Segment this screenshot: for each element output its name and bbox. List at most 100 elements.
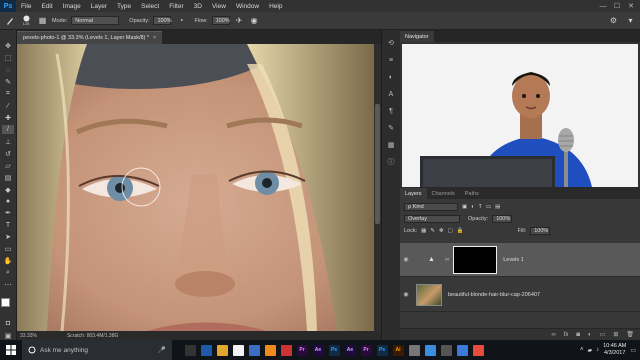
- crop-tool-icon[interactable]: ⌗: [2, 90, 14, 99]
- taskbar-app-icon[interactable]: Ps: [326, 340, 342, 360]
- lock-transparent-icon[interactable]: ▦: [421, 228, 426, 234]
- layer-row-photo[interactable]: ◉ beautiful-blonde-hair-blur-cap-206407: [400, 278, 640, 312]
- taskbar-app-icon[interactable]: Pr: [358, 340, 374, 360]
- brush-tool-icon[interactable]: /: [2, 125, 14, 135]
- brush-panel-icon[interactable]: ▦: [37, 15, 48, 26]
- brush-preset-picker[interactable]: 125: [19, 15, 33, 26]
- taskbar-app-icon[interactable]: [422, 340, 438, 360]
- brush-panel-icon[interactable]: ✎: [386, 123, 397, 133]
- mode-select[interactable]: Normal: [71, 16, 120, 25]
- taskbar-app-icon[interactable]: Ae: [310, 340, 326, 360]
- history-panel-icon[interactable]: ⟲: [386, 38, 397, 48]
- pen-tool-icon[interactable]: ✒: [2, 209, 14, 218]
- tab-navigator[interactable]: Navigator: [400, 31, 434, 42]
- maximize-button[interactable]: ☐: [610, 0, 624, 12]
- taskbar-app-icon[interactable]: [214, 340, 230, 360]
- menu-item-file[interactable]: File: [16, 3, 36, 10]
- network-icon[interactable]: ▰: [587, 347, 592, 354]
- notifications-icon[interactable]: ▭: [630, 347, 636, 354]
- menu-item-type[interactable]: Type: [112, 3, 136, 10]
- workspace-menu-icon[interactable]: ▾: [625, 15, 636, 26]
- hand-tool-icon[interactable]: ✋: [2, 257, 14, 266]
- layer-row-levels[interactable]: ◉ ▲ ∞ Levels 1: [400, 243, 640, 277]
- menu-item-help[interactable]: Help: [264, 3, 287, 10]
- taskbar-app-icon[interactable]: Pr: [294, 340, 310, 360]
- menu-item-filter[interactable]: Filter: [164, 3, 188, 10]
- layer-mask-thumbnail[interactable]: [453, 245, 498, 274]
- visibility-eye-icon[interactable]: ◉: [400, 291, 412, 298]
- marquee-tool-icon[interactable]: ⬚: [2, 54, 14, 63]
- blend-mode-select[interactable]: Overlay: [404, 215, 460, 223]
- zoom-level[interactable]: 33.33%: [20, 333, 37, 339]
- pressure-opacity-icon[interactable]: ◔: [175, 15, 186, 26]
- rectangle-tool-icon[interactable]: ▭: [2, 245, 14, 254]
- quick-mask-icon[interactable]: ◘: [2, 319, 14, 328]
- link-layers-icon[interactable]: ∞: [551, 332, 555, 338]
- navigator-preview[interactable]: [402, 44, 638, 187]
- volume-icon[interactable]: ♪: [596, 347, 599, 353]
- taskbar-app-icon[interactable]: [470, 340, 486, 360]
- screen-mode-icon[interactable]: ▣: [2, 331, 14, 340]
- zoom-tool-icon[interactable]: ⌕: [2, 269, 14, 278]
- swatches-panel-icon[interactable]: ▦: [386, 140, 397, 150]
- tab-layers[interactable]: Layers: [400, 188, 427, 199]
- filter-shape-icon[interactable]: ▭: [486, 204, 491, 210]
- info-panel-icon[interactable]: ⓘ: [386, 157, 397, 167]
- taskbar-app-icon[interactable]: Ae: [342, 340, 358, 360]
- quick-select-tool-icon[interactable]: ✎: [2, 78, 14, 87]
- filter-adjustment-icon[interactable]: ◐: [471, 204, 474, 210]
- menu-item-edit[interactable]: Edit: [36, 3, 57, 10]
- character-panel-icon[interactable]: A: [386, 89, 397, 99]
- clone-stamp-tool-icon[interactable]: ⊥: [2, 137, 14, 146]
- tab-channels[interactable]: Channels: [427, 188, 460, 199]
- menu-item-image[interactable]: Image: [58, 3, 86, 10]
- new-adjustment-icon[interactable]: ◐: [588, 332, 592, 338]
- opacity-field[interactable]: 100%: [153, 16, 172, 25]
- taskbar-app-icon[interactable]: [230, 340, 246, 360]
- adjustments-panel-icon[interactable]: ◐: [386, 72, 397, 82]
- move-tool-icon[interactable]: ✥: [2, 42, 14, 51]
- menu-item-view[interactable]: View: [207, 3, 231, 10]
- taskbar-search[interactable]: Ask me anything 🎤: [22, 340, 172, 360]
- layer-filter-kind[interactable]: ρ Kind: [404, 203, 458, 211]
- fill-field[interactable]: 100%: [530, 227, 551, 235]
- blur-tool-icon[interactable]: ◆: [2, 185, 14, 194]
- document-canvas[interactable]: [17, 44, 374, 331]
- airbrush-icon[interactable]: ✈: [234, 15, 245, 26]
- microphone-icon[interactable]: 🎤: [158, 346, 166, 354]
- document-tab[interactable]: pexels-photo-1 @ 33.3% (Levels 1, Layer …: [17, 31, 163, 44]
- close-button[interactable]: ✕: [624, 0, 638, 12]
- tab-paths[interactable]: Paths: [460, 188, 484, 199]
- filter-pixel-icon[interactable]: ▣: [462, 204, 467, 210]
- minimize-button[interactable]: —: [596, 0, 610, 12]
- dodge-tool-icon[interactable]: ●: [2, 197, 14, 206]
- layer-opacity-field[interactable]: 100%: [492, 215, 513, 223]
- brush-tool-icon[interactable]: [4, 15, 15, 26]
- flow-field[interactable]: 100%: [211, 16, 230, 25]
- layer-thumbnail[interactable]: [416, 283, 442, 306]
- tab-close-icon[interactable]: ×: [153, 35, 156, 41]
- pressure-size-icon[interactable]: ◉: [249, 15, 260, 26]
- taskbar-app-icon[interactable]: Ps: [374, 340, 390, 360]
- healing-tool-icon[interactable]: ✚: [2, 114, 14, 123]
- lock-pixels-icon[interactable]: ✎: [430, 228, 435, 234]
- foreground-color-swatch[interactable]: [1, 298, 10, 308]
- paragraph-panel-icon[interactable]: ¶: [386, 106, 397, 116]
- taskbar-app-icon[interactable]: [406, 340, 422, 360]
- taskbar-app-icon[interactable]: [278, 340, 294, 360]
- filter-type-icon[interactable]: T: [479, 204, 482, 210]
- properties-panel-icon[interactable]: ≡: [386, 55, 397, 65]
- filter-smart-icon[interactable]: ▤: [495, 204, 500, 210]
- eyedropper-tool-icon[interactable]: ⁄: [2, 102, 14, 111]
- more-tools-icon[interactable]: ⋯: [2, 280, 14, 289]
- taskbar-app-icon[interactable]: [198, 340, 214, 360]
- scrollbar-thumb[interactable]: [375, 104, 380, 224]
- taskbar-app-icon[interactable]: [438, 340, 454, 360]
- taskbar-app-icon[interactable]: [182, 340, 198, 360]
- menu-item-select[interactable]: Select: [136, 3, 164, 10]
- menu-item-window[interactable]: Window: [231, 3, 264, 10]
- taskbar-app-icon[interactable]: [246, 340, 262, 360]
- delete-layer-icon[interactable]: 🗑: [626, 331, 634, 338]
- new-layer-icon[interactable]: ⊞: [613, 331, 618, 338]
- workspace-icon[interactable]: ⚙: [608, 15, 619, 26]
